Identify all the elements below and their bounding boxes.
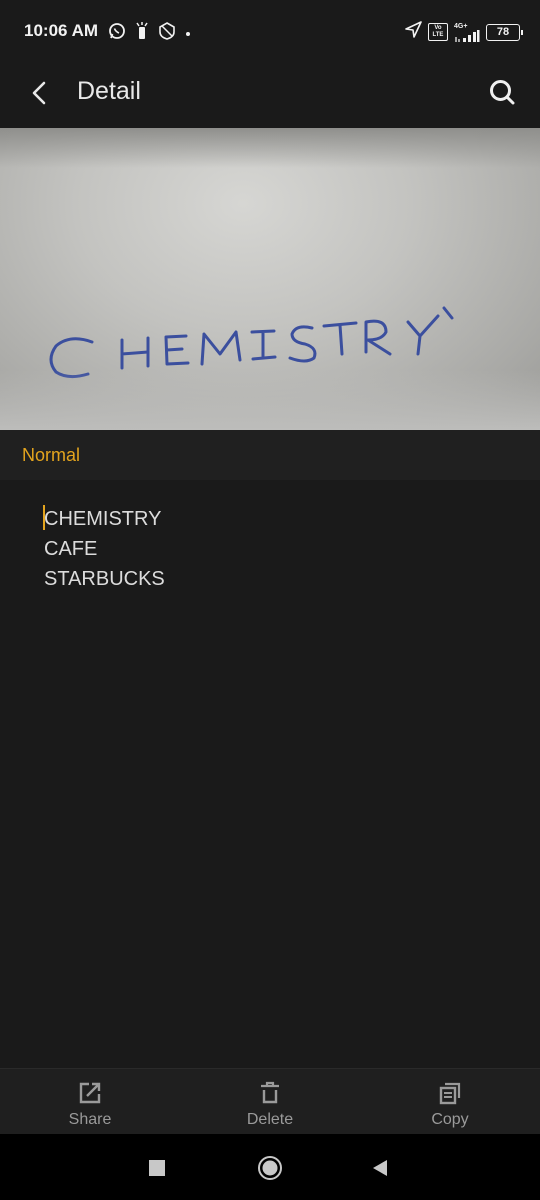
search-button[interactable] xyxy=(484,74,520,110)
home-circle-icon xyxy=(258,1156,282,1180)
system-nav-bar xyxy=(0,1134,540,1200)
recognized-text-area[interactable]: CHEMISTRY CAFE STARBUCKS xyxy=(44,504,504,594)
text-line: CHEMISTRY xyxy=(44,508,162,530)
share-icon xyxy=(79,1082,101,1104)
delete-button[interactable]: Delete xyxy=(210,1081,330,1129)
share-label: Share xyxy=(68,1111,112,1128)
tab-normal[interactable]: Normal xyxy=(22,445,80,466)
battery-icon: 78 xyxy=(486,23,523,41)
trash-icon xyxy=(261,1081,279,1104)
back-nav-button[interactable] xyxy=(366,1154,394,1182)
recents-square-icon xyxy=(149,1160,165,1176)
volte-label: Vo LTE xyxy=(432,25,444,38)
app-bar: Detail xyxy=(0,62,540,128)
signal-4g-icon: 4G+ xyxy=(454,23,480,42)
chevron-left-icon xyxy=(32,81,46,105)
status-icons-left xyxy=(108,22,192,45)
vpn-shield-icon xyxy=(158,22,176,45)
search-icon xyxy=(490,80,515,105)
volte-icon: Vo LTE xyxy=(428,23,448,41)
status-bar: 10:06 AM Vo LTE 4G+ 78 xyxy=(0,0,540,62)
text-line: STARBUCKS xyxy=(44,568,165,590)
flashlight-icon xyxy=(134,22,150,45)
whatsapp-icon xyxy=(108,22,126,45)
home-button[interactable] xyxy=(256,1154,284,1182)
copy-icon xyxy=(439,1082,461,1105)
text-line: CAFE xyxy=(44,538,98,560)
dot-icon xyxy=(184,25,192,43)
delete-label: Delete xyxy=(246,1111,294,1128)
back-triangle-icon xyxy=(373,1160,387,1176)
battery-level: 78 xyxy=(496,26,510,38)
back-button[interactable] xyxy=(22,76,56,110)
network-label: 4G+ xyxy=(454,22,468,30)
handwritten-chemistry-image xyxy=(49,306,454,379)
copy-button[interactable]: Copy xyxy=(390,1081,510,1129)
status-time: 10:06 AM xyxy=(24,21,99,40)
status-icons-right: Vo LTE 4G+ 78 xyxy=(405,21,523,43)
share-button[interactable]: Share xyxy=(30,1081,150,1129)
bottom-toolbar: Share Delete Copy xyxy=(0,1068,540,1134)
mode-tab-strip: Normal xyxy=(0,430,540,480)
recents-button[interactable] xyxy=(143,1154,171,1182)
page-title: Detail xyxy=(77,77,141,105)
copy-label: Copy xyxy=(431,1111,469,1128)
location-arrow-icon xyxy=(405,21,422,43)
scanned-photo[interactable] xyxy=(0,128,540,430)
